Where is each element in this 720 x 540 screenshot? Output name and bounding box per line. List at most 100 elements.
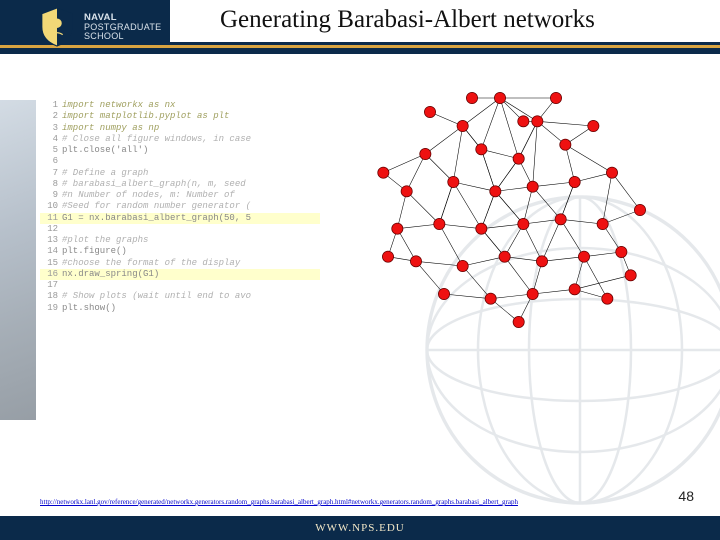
graph-edge	[584, 257, 607, 299]
graph-node	[382, 251, 393, 262]
graph-node	[527, 288, 538, 299]
code-text: plt.show()	[62, 303, 116, 314]
graph-node	[401, 186, 412, 197]
graph-node	[588, 120, 599, 131]
code-line: 18# Show plots (wait until end to avo	[40, 291, 320, 302]
slide-footer: WWW.NPS.EDU	[0, 516, 720, 540]
code-text: import numpy as np	[62, 123, 159, 134]
graph-node	[457, 260, 468, 271]
line-number: 4	[40, 134, 62, 145]
graph-edge	[444, 294, 491, 299]
page-number: 48	[678, 488, 694, 504]
code-text: plt.close('all')	[62, 145, 148, 156]
code-line: 15#choose the format of the display	[40, 258, 320, 269]
code-line: 9#n Number of nodes, m: Number of	[40, 190, 320, 201]
slide-header: NAVAL POSTGRADUATE SCHOOL Generating Bar…	[0, 0, 720, 54]
graph-edge	[561, 219, 603, 224]
code-line: 5plt.close('all')	[40, 145, 320, 156]
graph-node	[555, 214, 566, 225]
graph-edge	[425, 126, 462, 154]
graph-edge	[439, 182, 453, 224]
graph-node	[536, 256, 547, 267]
graph-edge	[533, 121, 538, 186]
graph-edge	[603, 210, 640, 224]
background-photo	[0, 100, 36, 420]
line-number: 6	[40, 156, 62, 167]
line-number: 7	[40, 168, 62, 179]
graph-edge	[383, 154, 425, 173]
graph-edge	[612, 173, 640, 210]
graph-edge	[463, 266, 491, 299]
graph-edge	[453, 182, 495, 191]
graph-edge	[537, 121, 593, 126]
graph-node	[392, 223, 403, 234]
line-number: 12	[40, 224, 62, 235]
graph-edge	[453, 126, 462, 182]
graph-edge	[533, 187, 561, 220]
code-text: G1 = nx.barabasi_albert_graph(50, 5	[62, 213, 251, 224]
graph-node	[420, 148, 431, 159]
graph-node	[625, 270, 636, 281]
graph-node	[476, 144, 487, 155]
code-text: nx.draw_spring(G1)	[62, 269, 159, 280]
code-line: 8# barabasi_albert_graph(n, m, seed	[40, 179, 320, 190]
graph-node	[513, 153, 524, 164]
graph-node	[634, 204, 645, 215]
graph-node	[438, 288, 449, 299]
graph-node	[550, 92, 561, 103]
graph-edge	[542, 219, 561, 261]
code-text: # Close all figure windows, in case	[62, 134, 251, 145]
code-line: 6	[40, 156, 320, 167]
line-number: 18	[40, 291, 62, 302]
slide-content: 1import networkx as nx2import matplotlib…	[40, 100, 680, 450]
graph-node	[569, 176, 580, 187]
graph-node	[518, 218, 529, 229]
graph-edge	[463, 257, 505, 266]
line-number: 1	[40, 100, 62, 111]
graph-edge	[439, 224, 481, 229]
line-number: 14	[40, 246, 62, 257]
code-text: import matplotlib.pyplot as plt	[62, 111, 229, 122]
graph-edge	[533, 289, 575, 294]
graph-edge	[481, 149, 495, 191]
graph-node	[569, 284, 580, 295]
school-logo-block: NAVAL POSTGRADUATE SCHOOL	[38, 6, 161, 48]
line-number: 5	[40, 145, 62, 156]
code-line: 3import numpy as np	[40, 123, 320, 134]
network-graph	[320, 100, 680, 450]
graph-node	[560, 139, 571, 150]
code-line: 10#Seed for random number generator (	[40, 201, 320, 212]
graph-node	[490, 186, 501, 197]
code-text: #choose the format of the display	[62, 258, 240, 269]
footer-url: WWW.NPS.EDU	[315, 522, 404, 534]
code-line: 14plt.figure()	[40, 246, 320, 257]
line-number: 15	[40, 258, 62, 269]
graph-edge	[505, 257, 533, 294]
code-listing: 1import networkx as nx2import matplotlib…	[40, 100, 320, 450]
graph-edge	[481, 224, 523, 229]
code-text: # barabasi_albert_graph(n, m, seed	[62, 179, 246, 190]
code-text: #plot the graphs	[62, 235, 148, 246]
reference-link[interactable]: http://networkx.lanl.gov/reference/gener…	[40, 498, 518, 506]
graph-node	[476, 223, 487, 234]
graph-node	[578, 251, 589, 262]
nps-shield-icon	[38, 6, 76, 48]
code-line: 17	[40, 280, 320, 291]
graph-node	[448, 176, 459, 187]
code-line: 2import matplotlib.pyplot as plt	[40, 111, 320, 122]
graph-edge	[575, 275, 631, 289]
code-line: 12	[40, 224, 320, 235]
graph-node	[499, 251, 510, 262]
graph-edge	[561, 182, 575, 219]
line-number: 8	[40, 179, 62, 190]
graph-node	[485, 293, 496, 304]
graph-node	[602, 293, 613, 304]
line-number: 16	[40, 269, 62, 280]
graph-edge	[416, 261, 463, 266]
school-name: NAVAL POSTGRADUATE SCHOOL	[84, 13, 161, 42]
graph-edge	[495, 159, 518, 192]
line-number: 11	[40, 213, 62, 224]
graph-edge	[523, 224, 542, 261]
graph-edge	[495, 191, 523, 224]
graph-edge	[453, 182, 481, 229]
